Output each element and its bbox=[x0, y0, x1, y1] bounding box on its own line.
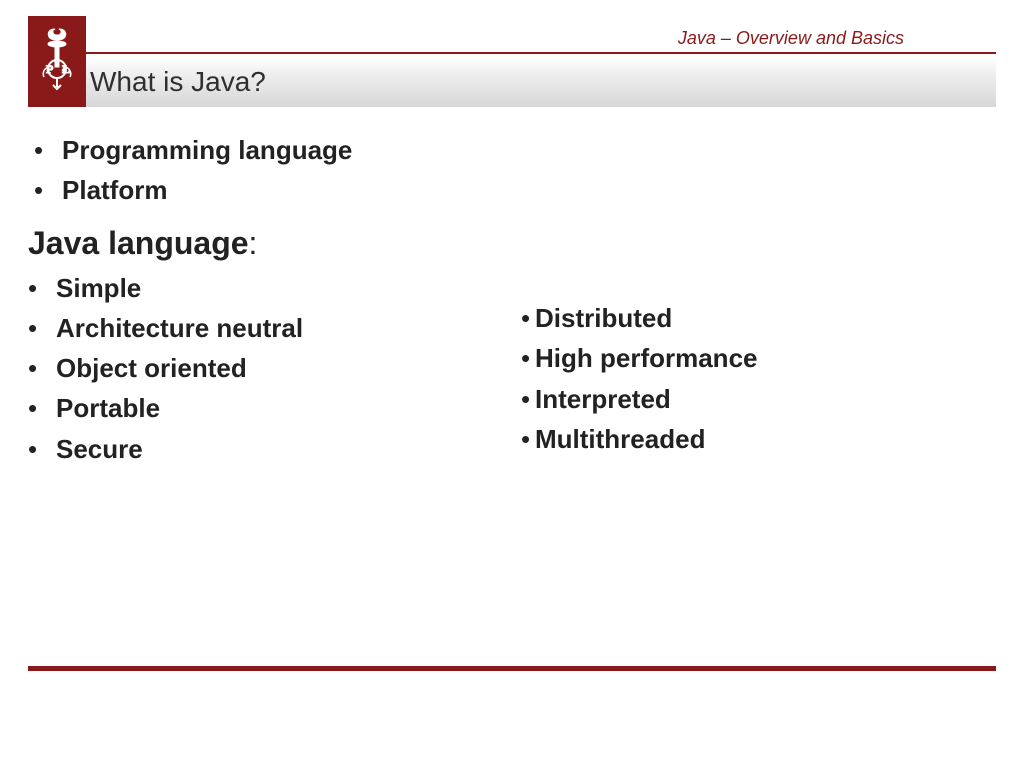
list-item: Object oriented bbox=[28, 348, 508, 388]
list-item: Portable bbox=[28, 388, 508, 428]
footer-rule bbox=[28, 666, 996, 671]
features-right-list: Distributed High performance Interpreted… bbox=[521, 298, 941, 459]
svg-text:P: P bbox=[46, 62, 53, 76]
list-item: Multithreaded bbox=[521, 419, 941, 459]
slide: Java – Overview and Basics What is Java?… bbox=[0, 0, 1024, 768]
list-item: Interpreted bbox=[521, 379, 941, 419]
list-item: Architecture neutral bbox=[28, 308, 508, 348]
list-item: Secure bbox=[28, 429, 508, 469]
logo-icon: P Ł bbox=[28, 16, 86, 107]
header-rule bbox=[28, 52, 996, 54]
section-heading-text: Java language bbox=[28, 225, 249, 261]
list-item: Simple bbox=[28, 268, 508, 308]
slide-title: What is Java? bbox=[90, 66, 266, 98]
intro-list: Programming language Platform bbox=[34, 130, 508, 211]
section-heading: Java language: bbox=[28, 225, 508, 262]
header-label: Java – Overview and Basics bbox=[678, 28, 904, 49]
right-column: Distributed High performance Interpreted… bbox=[521, 298, 941, 459]
left-column: Programming language Platform Java langu… bbox=[28, 130, 508, 469]
list-item: Platform bbox=[34, 170, 508, 210]
list-item: Distributed bbox=[521, 298, 941, 338]
list-item: Programming language bbox=[34, 130, 508, 170]
features-left-list: Simple Architecture neutral Object orien… bbox=[28, 268, 508, 469]
title-bar: What is Java? bbox=[28, 57, 996, 107]
list-item: High performance bbox=[521, 338, 941, 378]
